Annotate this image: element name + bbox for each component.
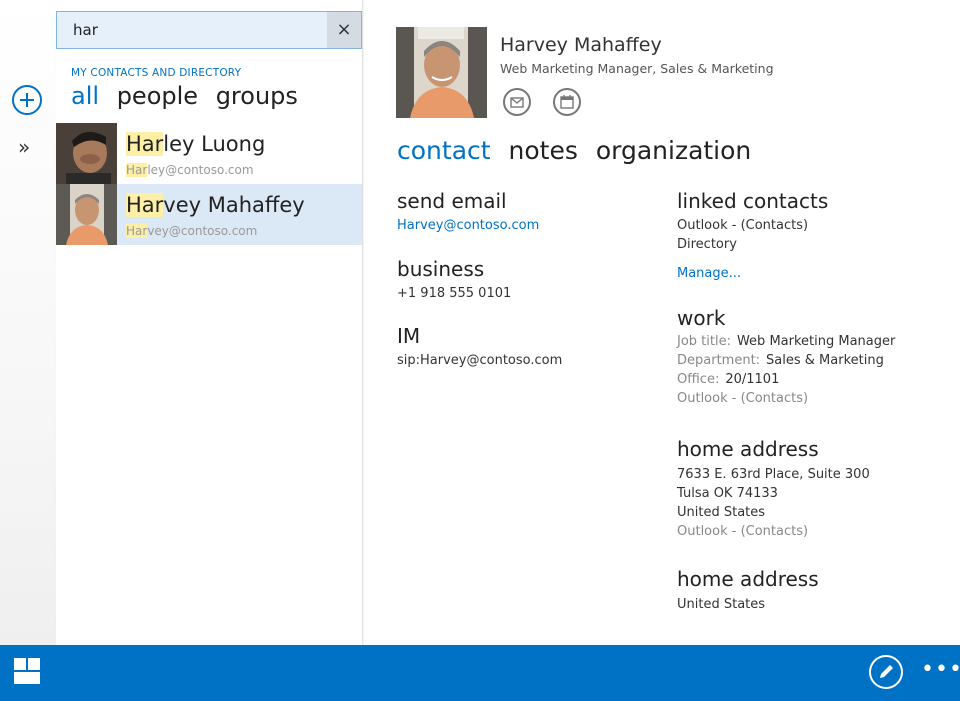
plus-circle-icon[interactable] bbox=[12, 85, 42, 115]
edit-icon[interactable] bbox=[869, 655, 903, 689]
filter-tab-people[interactable]: people bbox=[117, 82, 198, 110]
search-input[interactable] bbox=[73, 12, 313, 48]
more-options-button[interactable]: ••• bbox=[921, 659, 960, 681]
contact-name: Harvey Mahaffey bbox=[500, 34, 662, 56]
email-icon[interactable] bbox=[503, 88, 531, 116]
people-list-pane: × MY CONTACTS AND DIRECTORY all people g… bbox=[56, 0, 363, 645]
expand-pane-button[interactable]: » bbox=[18, 136, 30, 158]
linked-source-directory: Directory bbox=[677, 237, 737, 252]
contact-detail-pane: Harvey Mahaffey Web Marketing Manager, S… bbox=[364, 0, 960, 645]
calendar-icon[interactable] bbox=[553, 88, 581, 116]
left-rail: » bbox=[0, 0, 56, 645]
filter-tab-all[interactable]: all bbox=[71, 82, 99, 110]
result-name: Harvey Mahaffey bbox=[126, 193, 305, 217]
home-address-line: United States bbox=[677, 505, 766, 520]
manage-link[interactable]: Manage... bbox=[677, 266, 741, 281]
send-email-heading: send email bbox=[397, 189, 507, 213]
work-heading: work bbox=[677, 306, 726, 330]
filter-tabs: all people groups bbox=[71, 82, 308, 110]
tab-organization[interactable]: organization bbox=[596, 136, 751, 165]
home-address-line: 7633 E. 63rd Place, Suite 300 bbox=[677, 467, 870, 482]
result-email: Harvey@contoso.com bbox=[126, 224, 258, 238]
work-source: Outlook - (Contacts) bbox=[677, 391, 809, 406]
business-heading: business bbox=[397, 257, 485, 281]
home-address-source: Outlook - (Contacts) bbox=[677, 524, 809, 539]
work-office: Office: 20/1101 bbox=[677, 372, 780, 387]
home-address-line: Tulsa OK 74133 bbox=[677, 486, 778, 501]
tiles-icon[interactable] bbox=[14, 658, 41, 685]
home-address-heading-2: home address bbox=[677, 567, 819, 591]
im-address[interactable]: sip:Harvey@contoso.com bbox=[397, 353, 562, 368]
search-result-harley[interactable]: Harley Luong Harley@contoso.com bbox=[56, 123, 362, 184]
home-address-line: United States bbox=[677, 597, 766, 612]
contact-job-title: Web Marketing Manager, Sales & Marketing bbox=[500, 61, 774, 76]
search-box: × bbox=[56, 11, 362, 49]
filter-tab-groups[interactable]: groups bbox=[216, 82, 298, 110]
tab-contact[interactable]: contact bbox=[397, 136, 491, 165]
result-name: Harley Luong bbox=[126, 132, 266, 156]
linked-contacts-heading: linked contacts bbox=[677, 189, 829, 213]
app-bar: ••• bbox=[0, 645, 960, 701]
linked-source-outlook: Outlook - (Contacts) bbox=[677, 218, 809, 233]
im-heading: IM bbox=[397, 324, 421, 348]
home-address-heading: home address bbox=[677, 437, 819, 461]
search-scope-label[interactable]: MY CONTACTS AND DIRECTORY bbox=[71, 67, 241, 79]
search-result-harvey[interactable]: Harvey Mahaffey Harvey@contoso.com bbox=[56, 184, 362, 245]
result-email: Harley@contoso.com bbox=[126, 163, 254, 177]
avatar bbox=[56, 184, 117, 245]
contact-tabs: contact notes organization bbox=[397, 136, 761, 165]
email-link[interactable]: Harvey@contoso.com bbox=[397, 218, 539, 233]
avatar bbox=[56, 123, 117, 184]
contact-photo bbox=[396, 27, 487, 118]
work-job-title: Job title: Web Marketing Manager bbox=[677, 334, 896, 349]
work-department: Department: Sales & Marketing bbox=[677, 353, 884, 368]
business-phone[interactable]: +1 918 555 0101 bbox=[397, 286, 511, 301]
tab-notes[interactable]: notes bbox=[509, 136, 578, 165]
clear-search-button[interactable]: × bbox=[327, 12, 361, 48]
